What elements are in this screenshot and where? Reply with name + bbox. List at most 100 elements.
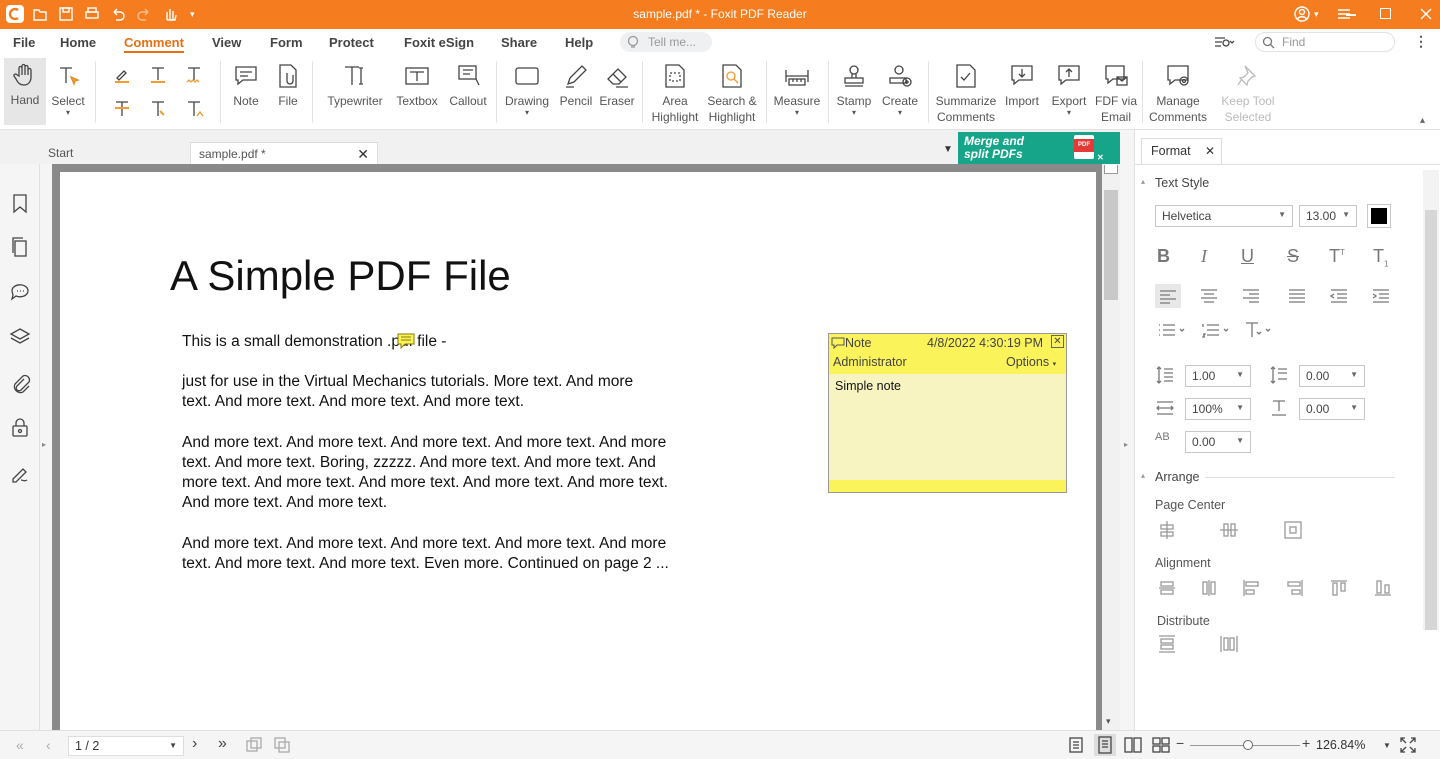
stamp-dropdown-icon[interactable]: ▾ bbox=[832, 109, 876, 117]
hand-tool-button[interactable]: Hand bbox=[4, 58, 46, 125]
import-comments-button[interactable]: Import bbox=[1000, 59, 1044, 109]
single-page-icon[interactable] bbox=[1068, 737, 1084, 756]
distribute-vertical-icon[interactable] bbox=[1157, 634, 1177, 654]
align-right-objects-icon[interactable] bbox=[1285, 578, 1305, 598]
select-dropdown-icon[interactable]: ▾ bbox=[48, 109, 88, 117]
merge-split-banner[interactable]: Merge and split PDFs PDF ✕ bbox=[958, 132, 1120, 164]
superscript-icon[interactable]: TT bbox=[1329, 246, 1349, 266]
justify-icon[interactable] bbox=[1287, 286, 1307, 306]
file-attachment-button[interactable]: File bbox=[268, 59, 308, 109]
left-pane-splitter[interactable]: ▸ bbox=[40, 164, 52, 730]
zoom-level[interactable]: 126.84% bbox=[1316, 738, 1365, 752]
menu-foxit-esign[interactable]: Foxit eSign bbox=[404, 35, 474, 50]
note-popup[interactable]: Note 4/8/2022 4:30:19 PM ✕ Administrator… bbox=[828, 333, 1067, 493]
numbered-list-icon[interactable] bbox=[1201, 320, 1231, 340]
bold-icon[interactable]: B bbox=[1157, 246, 1177, 266]
text-style-collapse-icon[interactable]: ▴ bbox=[1141, 177, 1145, 186]
decrease-indent-icon[interactable] bbox=[1329, 286, 1349, 306]
stamp-button[interactable]: Stamp ▾ bbox=[832, 59, 876, 117]
vertical-scrollbar[interactable]: ▾ bbox=[1102, 164, 1120, 730]
banner-close-icon[interactable]: ✕ bbox=[1097, 151, 1104, 164]
font-color-picker[interactable] bbox=[1367, 204, 1391, 228]
document-viewer[interactable]: A Simple PDF File This is a small demons… bbox=[52, 164, 1102, 742]
full-screen-icon[interactable] bbox=[1400, 737, 1416, 756]
zoom-slider-handle[interactable] bbox=[1243, 740, 1253, 750]
keep-tool-selected-button[interactable]: Keep Tool Selected bbox=[1214, 59, 1282, 125]
menu-home[interactable]: Home bbox=[60, 35, 96, 50]
pencil-button[interactable]: Pencil bbox=[556, 59, 596, 109]
format-tab[interactable]: Format ✕ bbox=[1141, 138, 1222, 164]
export-dropdown-icon[interactable]: ▾ bbox=[1046, 109, 1092, 117]
paragraph-spacing-select[interactable]: 0.00 ▼ bbox=[1299, 365, 1365, 387]
collapse-ribbon-icon[interactable]: ▴ bbox=[1420, 115, 1425, 126]
squiggly-text-icon[interactable] bbox=[184, 65, 204, 88]
bullet-list-icon[interactable] bbox=[1157, 320, 1187, 340]
align-right-icon[interactable] bbox=[1241, 286, 1261, 306]
drawing-button[interactable]: Drawing ▾ bbox=[502, 59, 552, 117]
zoom-in-icon[interactable]: + bbox=[1302, 735, 1310, 751]
summarize-comments-button[interactable]: Summarize Comments bbox=[934, 59, 998, 125]
first-page-icon[interactable]: « bbox=[16, 737, 24, 753]
page-number-input[interactable]: 1 / 2 ▼ bbox=[68, 736, 184, 756]
drawing-dropdown-icon[interactable]: ▾ bbox=[502, 109, 552, 117]
continuous-facing-icon[interactable] bbox=[1152, 737, 1170, 756]
account-icon[interactable] bbox=[1294, 6, 1310, 22]
underline-text-icon[interactable] bbox=[148, 65, 168, 88]
comments-panel-icon[interactable] bbox=[9, 280, 31, 302]
highlight-icon[interactable] bbox=[112, 65, 132, 88]
menu-comment[interactable]: Comment bbox=[124, 35, 184, 53]
align-center-icon[interactable] bbox=[1199, 286, 1219, 306]
note-annotation-icon[interactable] bbox=[397, 333, 415, 350]
close-window-icon[interactable] bbox=[1418, 6, 1434, 22]
layers-icon[interactable] bbox=[9, 326, 31, 348]
attachments-icon[interactable] bbox=[9, 372, 31, 394]
align-top-objects-icon[interactable] bbox=[1157, 578, 1177, 598]
distribute-horizontal-icon[interactable] bbox=[1219, 634, 1239, 654]
note-button[interactable]: Note bbox=[226, 59, 266, 109]
align-top-edge-icon[interactable] bbox=[1329, 578, 1349, 598]
signature-icon[interactable] bbox=[9, 462, 31, 484]
menu-view[interactable]: View bbox=[212, 35, 241, 50]
find-input[interactable]: Find bbox=[1255, 32, 1395, 52]
font-size-select[interactable]: 13.00 ▼ bbox=[1299, 205, 1357, 227]
panel-scroll-thumb[interactable] bbox=[1425, 210, 1437, 630]
textbox-button[interactable]: Textbox bbox=[392, 59, 442, 109]
italic-icon[interactable]: I bbox=[1201, 246, 1221, 266]
insert-text-icon[interactable] bbox=[184, 99, 204, 122]
next-view-icon[interactable] bbox=[274, 737, 290, 756]
measure-button[interactable]: Measure ▾ bbox=[770, 59, 824, 117]
search-options-icon[interactable] bbox=[1214, 35, 1236, 52]
next-page-icon[interactable]: › bbox=[192, 735, 197, 753]
character-spacing-select[interactable]: 0.00 ▼ bbox=[1185, 431, 1251, 453]
menu-share[interactable]: Share bbox=[501, 35, 537, 50]
panel-scrollbar[interactable] bbox=[1423, 170, 1439, 630]
scroll-thumb[interactable] bbox=[1104, 190, 1118, 300]
underline-icon[interactable]: U bbox=[1241, 246, 1261, 266]
tab-sample-pdf[interactable]: sample.pdf * ✕ bbox=[190, 142, 378, 164]
horizontal-scale-select[interactable]: 100% ▼ bbox=[1185, 398, 1251, 420]
baseline-offset-select[interactable]: 0.00 ▼ bbox=[1299, 398, 1365, 420]
align-left-objects-icon[interactable] bbox=[1241, 578, 1261, 598]
note-content[interactable]: Simple note bbox=[835, 379, 901, 393]
typewriter-button[interactable]: Typewriter bbox=[322, 59, 388, 109]
right-pane-splitter[interactable]: ▸ bbox=[1120, 130, 1134, 730]
facing-pages-icon[interactable] bbox=[1124, 737, 1142, 756]
close-format-icon[interactable]: ✕ bbox=[1205, 144, 1215, 158]
search-highlight-button[interactable]: Search & Highlight bbox=[704, 59, 760, 125]
increase-indent-icon[interactable] bbox=[1371, 286, 1391, 306]
maximize-icon[interactable] bbox=[1380, 8, 1391, 19]
expand-left-pane-icon[interactable]: ▸ bbox=[42, 440, 46, 449]
menu-form[interactable]: Form bbox=[270, 35, 303, 50]
collapse-right-pane-icon[interactable]: ▸ bbox=[1124, 440, 1128, 449]
tab-start[interactable]: Start bbox=[40, 142, 190, 164]
create-dropdown-icon[interactable]: ▾ bbox=[878, 109, 922, 117]
previous-page-icon[interactable]: ‹ bbox=[46, 737, 51, 753]
export-comments-button[interactable]: Export ▾ bbox=[1046, 59, 1092, 117]
arrange-collapse-icon[interactable]: ▴ bbox=[1141, 471, 1145, 480]
area-highlight-button[interactable]: Area Highlight bbox=[648, 59, 702, 125]
replace-text-icon[interactable] bbox=[148, 99, 168, 122]
bookmark-icon[interactable] bbox=[9, 192, 31, 214]
subscript-icon[interactable]: T1 bbox=[1373, 246, 1393, 269]
strikeout-text-icon[interactable] bbox=[112, 99, 132, 122]
text-direction-icon[interactable] bbox=[1243, 320, 1273, 340]
